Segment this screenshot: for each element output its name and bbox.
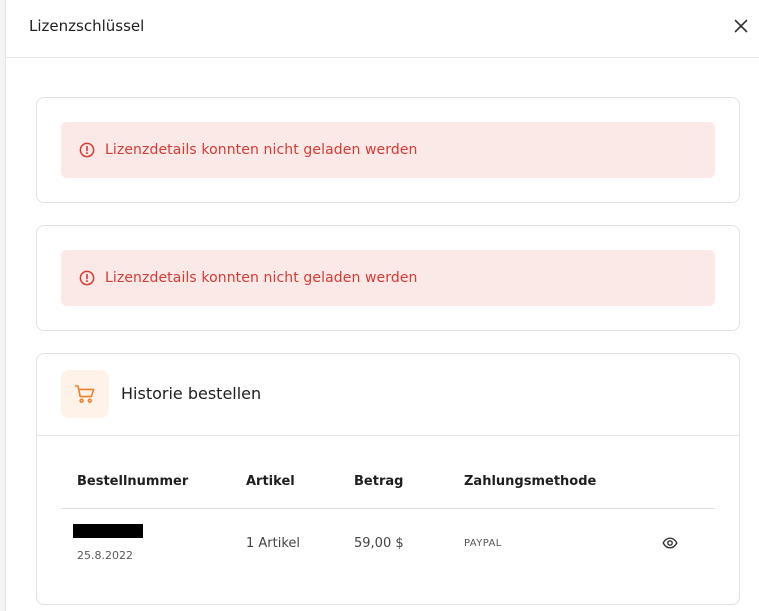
column-header-items: Artikel [246,474,295,489]
close-icon [734,19,748,33]
close-button[interactable] [732,17,750,35]
column-header-order-number: Bestellnummer [77,474,189,489]
column-header-amount: Betrag [354,474,404,489]
error-message: Lizenzdetails konnten nicht geladen werd… [105,142,418,158]
table-row: 25.8.2022 1 Artikel 59,00 $ PAYPAL [61,509,715,583]
column-header-payment-method: Zahlungsmethode [464,474,597,489]
order-history-title: Historie bestellen [121,384,262,403]
view-order-button[interactable] [661,534,679,552]
alert-circle-icon [79,142,95,158]
order-payment-method: PAYPAL [464,538,502,549]
order-history-icon-box [61,370,109,418]
eye-icon [662,537,678,549]
panel-header: Lizenzschlüssel [6,0,759,58]
alert-circle-icon [79,270,95,286]
error-message: Lizenzdetails konnten nicht geladen werd… [105,270,418,286]
redacted-order-number [73,524,143,538]
license-details-card-1: Lizenzdetails konnten nicht geladen werd… [36,97,740,203]
panel-title: Lizenzschlüssel [29,17,145,35]
app-frame: Lizenzschlüssel Lizenzdetails konnten ni… [0,0,759,611]
error-alert: Lizenzdetails konnten nicht geladen werd… [61,122,715,178]
order-history-card: Historie bestellen Bestellnummer Artikel… [36,353,740,605]
license-key-panel: Lizenzschlüssel Lizenzdetails konnten ni… [6,0,759,611]
orders-table-header: Bestellnummer Artikel Betrag Zahlungsmet… [61,435,715,509]
license-details-card-2: Lizenzdetails konnten nicht geladen werd… [36,225,740,331]
shopping-cart-icon [74,385,95,404]
order-history-header: Historie bestellen [37,354,739,436]
order-date: 25.8.2022 [77,549,133,562]
orders-table: Bestellnummer Artikel Betrag Zahlungsmet… [61,435,715,583]
order-items-count: 1 Artikel [246,536,301,551]
error-alert: Lizenzdetails konnten nicht geladen werd… [61,250,715,306]
order-amount: 59,00 $ [354,536,404,551]
